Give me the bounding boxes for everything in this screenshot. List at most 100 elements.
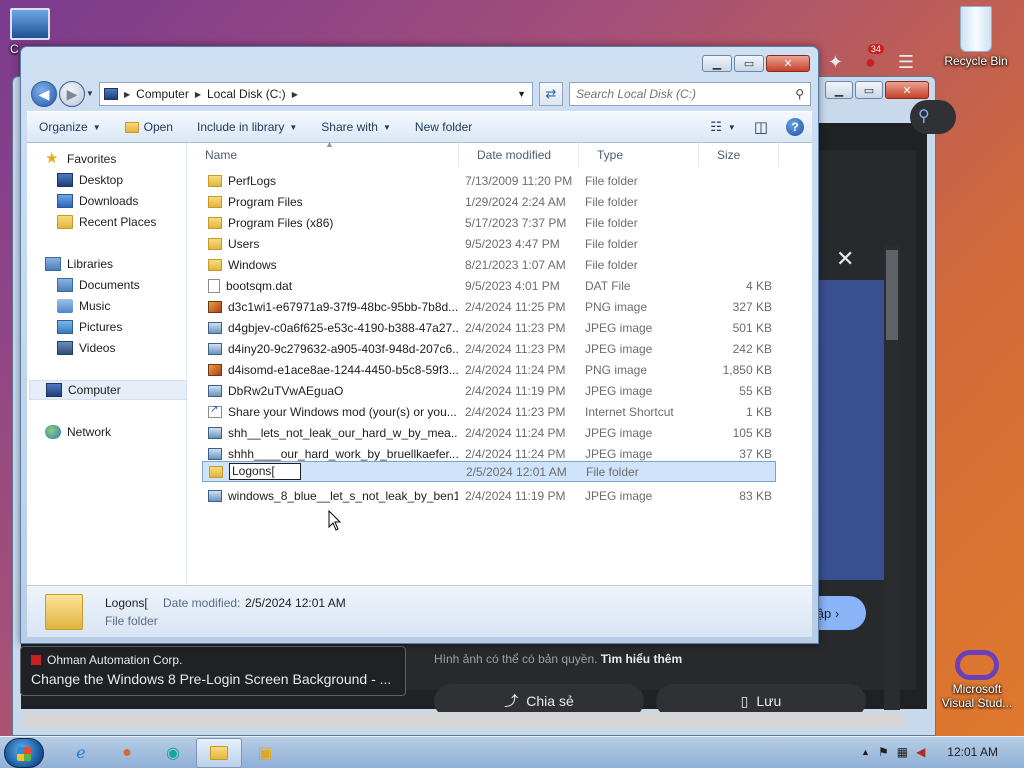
minimize-button[interactable]: ▁	[825, 81, 853, 99]
nav-libraries[interactable]: Libraries	[45, 254, 203, 274]
media-player-icon[interactable]: ◉	[150, 738, 196, 768]
maximize-button[interactable]: ▭	[855, 81, 883, 99]
menu-icon[interactable]: ☰	[898, 52, 914, 73]
extension-badge-icon[interactable]: ● 34	[865, 44, 884, 73]
explorer-maximize-button[interactable]: ▭	[734, 55, 764, 72]
image-icon	[208, 489, 222, 502]
media-center-icon[interactable]: ▣	[242, 738, 288, 768]
file-row[interactable]: shh__lets_not_leak_our_hard_w_by_mea... 2…	[202, 422, 776, 443]
browser-scroll-thumb[interactable]	[886, 250, 898, 340]
file-type-cell: JPEG image	[585, 488, 653, 503]
visual-studio-icon[interactable]: Microsoft Visual Stud...	[938, 650, 1016, 710]
start-button[interactable]	[4, 738, 44, 768]
forward-button[interactable]: ▶	[59, 81, 85, 107]
file-row[interactable]: windows_8_blue__let_s_not_leak_by_ben1..…	[202, 485, 776, 506]
file-row[interactable]: DbRw2uTVwAEguaO 2/4/2024 11:19 PM JPEG ima…	[202, 380, 776, 401]
back-button[interactable]: ◀	[31, 81, 57, 107]
column-header-name[interactable]: Name ▲	[187, 139, 459, 167]
extensions-icon[interactable]: ✦	[828, 52, 843, 73]
breadcrumb-local-disk[interactable]: Local Disk (C:)	[207, 87, 286, 101]
file-type-cell: File folder	[585, 257, 638, 272]
show-hidden-icons-icon[interactable]: ▲	[861, 747, 870, 757]
file-row[interactable]: Users 9/5/2023 4:47 PM File folder	[202, 233, 776, 254]
close-preview-icon[interactable]: ✕	[836, 246, 854, 272]
preview-image[interactable]	[818, 280, 884, 580]
firefox-icon[interactable]: ●	[104, 738, 150, 768]
address-dropdown-icon[interactable]: ▼	[517, 89, 526, 99]
file-row[interactable]: Program Files 1/29/2024 2:24 AM File folde…	[202, 191, 776, 212]
search-icon[interactable]: ⚲	[795, 87, 804, 101]
refresh-button[interactable]: ⇄	[539, 82, 563, 106]
file-row[interactable]: d4isomd-e1ace8ae-1244-4450-b5c8-59f3... 2…	[202, 359, 776, 380]
navigation-pane: ★ Favorites Desktop Downloads Recent Plac…	[27, 143, 187, 585]
open-button[interactable]: Open	[113, 112, 185, 142]
file-size-cell: 1 KB	[745, 404, 772, 419]
folder-large-icon	[45, 594, 83, 630]
nav-network[interactable]: Network	[45, 422, 203, 442]
breadcrumb-separator-icon[interactable]: ▶	[124, 90, 130, 99]
file-row[interactable]: PerfLogs 7/13/2009 11:20 PM File folder	[202, 170, 776, 191]
folder-icon	[209, 465, 223, 478]
browser-scrollbar[interactable]	[884, 246, 900, 710]
recent-pages-dropdown-icon[interactable]: ▼	[86, 89, 94, 98]
new-folder-button[interactable]: New folder	[403, 112, 484, 142]
include-in-library-menu[interactable]: Include in library ▼	[185, 112, 309, 142]
breadcrumb-separator-icon[interactable]: ▶	[195, 90, 201, 99]
clock[interactable]: 12:01 AM	[947, 745, 998, 759]
search-pill[interactable]: ⚲	[910, 100, 956, 134]
file-row[interactable]: Program Files (x86) 5/17/2023 7:37 PM File…	[202, 212, 776, 233]
nav-computer[interactable]: Computer	[29, 380, 187, 400]
column-header-type[interactable]: Type	[579, 143, 699, 167]
file-icon	[208, 278, 220, 293]
file-row-renaming[interactable]: Logons[ 2/5/2024 12:01 AM File folder	[202, 461, 776, 482]
computer-icon	[104, 88, 118, 100]
folder-icon	[208, 216, 222, 229]
column-header-size[interactable]: Size	[699, 143, 779, 167]
search-box[interactable]: ⚲	[569, 82, 811, 106]
details-modified-value: 2/5/2024 12:01 AM	[245, 596, 346, 610]
file-row[interactable]: d3c1wi1-e67971a9-37f9-48bc-95bb-7b8d... 2…	[202, 296, 776, 317]
nav-favorites[interactable]: ★ Favorites	[45, 149, 203, 169]
file-row[interactable]: Windows 8/21/2023 1:07 AM File folder	[202, 254, 776, 275]
star-icon: ★	[45, 150, 59, 167]
file-type-cell: PNG image	[585, 362, 648, 377]
network-status-icon[interactable]: ▦	[897, 745, 908, 759]
organize-menu[interactable]: Organize ▼	[27, 112, 113, 142]
image-icon	[208, 426, 222, 439]
close-button[interactable]: ✕	[885, 81, 929, 99]
file-name-cell: shhh____our_hard_work_by_bruellkaefer...	[208, 447, 458, 461]
chevron-down-icon: ▼	[92, 122, 101, 132]
file-row[interactable]: Share your Windows mod (your(s) or you..…	[202, 401, 776, 422]
file-explorer-taskbar-button[interactable]	[196, 738, 242, 768]
share-with-menu[interactable]: Share with ▼	[309, 112, 403, 142]
details-item-name: Logons[	[105, 596, 148, 610]
forward-arrow-icon: ▶	[66, 85, 78, 102]
address-bar[interactable]: ▶ Computer ▶ Local Disk (C:) ▶ ▼	[99, 82, 533, 106]
action-center-flag-icon[interactable]: ⚑	[878, 745, 889, 759]
file-name: bootsqm.dat	[226, 278, 293, 293]
volume-muted-icon[interactable]: ◀	[916, 745, 925, 759]
internet-explorer-icon[interactable]: ℯ	[58, 738, 104, 768]
learn-more-link[interactable]: Tìm hiểu thêm	[601, 652, 682, 666]
search-input[interactable]	[576, 87, 786, 101]
image-icon	[208, 384, 222, 397]
help-icon[interactable]: ?	[786, 118, 804, 136]
rename-input[interactable]: Logons[	[229, 463, 301, 480]
file-date-cell: 2/4/2024 11:23 PM	[465, 341, 566, 356]
change-view-button[interactable]: ☷ ▼	[710, 119, 736, 135]
file-row[interactable]: d4iny20-9c279632-a905-403f-948d-207c6...…	[202, 338, 776, 359]
recycle-bin-icon[interactable]: Recycle Bin	[940, 6, 1012, 68]
column-header-date[interactable]: Date modified	[459, 143, 579, 167]
browser-horizontal-scrollbar[interactable]	[24, 712, 904, 728]
explorer-close-button[interactable]: ✕	[766, 55, 810, 72]
nav-label: Videos	[79, 341, 116, 355]
file-row[interactable]: d4gbjev-c0a6f625-e53c-4190-b388-47a27...…	[202, 317, 776, 338]
search-result-card[interactable]: Ohman Automation Corp. Change the Window…	[20, 646, 406, 696]
file-size-cell: 37 KB	[739, 446, 772, 461]
explorer-minimize-button[interactable]: ▁	[702, 55, 732, 72]
result-title[interactable]: Change the Windows 8 Pre-Login Screen Ba…	[31, 671, 395, 687]
breadcrumb-computer[interactable]: Computer	[136, 87, 189, 101]
file-row[interactable]: bootsqm.dat 9/5/2023 4:01 PM DAT File 4 KB	[202, 275, 776, 296]
breadcrumb-separator-icon[interactable]: ▶	[292, 90, 298, 99]
preview-pane-icon[interactable]: ◫	[754, 118, 768, 136]
